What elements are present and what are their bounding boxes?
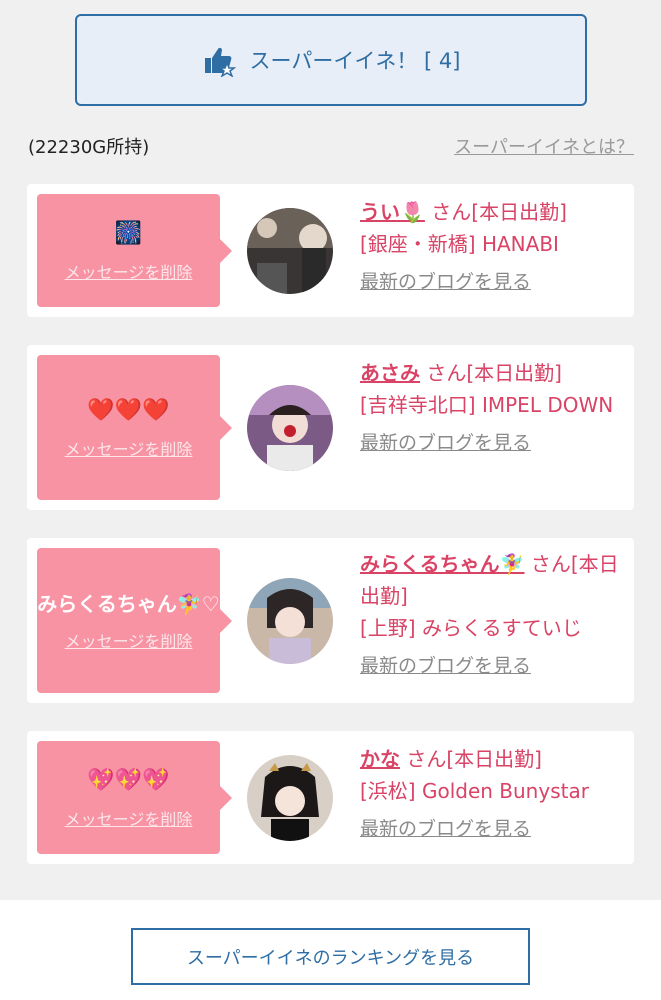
avatar[interactable] (247, 208, 333, 294)
cast-name-link[interactable]: あさみ (360, 361, 420, 385)
cast-info: みらくるちゃん🧚‍♀️ さん[本日出勤] [上野] みらくるすていじ 最新のブロ… (360, 548, 624, 682)
delete-message-link[interactable]: メッセージを削除 (65, 806, 193, 830)
blog-link[interactable]: 最新のブログを見る (360, 427, 531, 459)
super-iine-card: 🎆 メッセージを削除 うい🌷 さん[本日出勤] [銀座・新橋] HANABI 最… (27, 184, 634, 317)
cast-name-link[interactable]: みらくるちゃん🧚‍♀️ (360, 552, 525, 576)
message-bubble: ❤️❤️❤️ メッセージを削除 (37, 355, 232, 500)
message-bubble: みらくるちゃん🧚‍♀️♡ メッセージを削除 (37, 548, 232, 693)
message-bubble: 🎆 メッセージを削除 (37, 194, 232, 307)
cast-info: かな さん[本日出勤] [浜松] Golden Bunystar 最新のブログを… (360, 743, 624, 845)
cast-info: うい🌷 さん[本日出勤] [銀座・新橋] HANABI 最新のブログを見る (360, 196, 624, 298)
thumbs-up-star-icon (204, 47, 236, 77)
blog-link[interactable]: 最新のブログを見る (360, 813, 531, 845)
footer-area: スーパーイイネのランキングを見る (0, 900, 661, 1000)
super-iine-card: 💖💖💖 メッセージを削除 かな さん[本日出勤] [浜松] Golden Bun… (27, 731, 634, 864)
shop-name: [上野] みらくるすていじ (360, 616, 582, 640)
avatar[interactable] (247, 755, 333, 841)
delete-message-link[interactable]: メッセージを削除 (65, 436, 193, 460)
avatar[interactable] (247, 578, 333, 664)
owned-points: (22230G所持) (28, 137, 150, 158)
super-iine-card: みらくるちゃん🧚‍♀️♡ メッセージを削除 みらくるちゃん🧚‍♀️ さん[本日出… (27, 538, 634, 703)
shop-name: [銀座・新橋] HANABI (360, 232, 559, 256)
cast-name-link[interactable]: うい🌷 (360, 200, 425, 224)
about-super-iine-link[interactable]: スーパーイイネとは？ (454, 133, 634, 159)
message-text: みらくるちゃん🧚‍♀️♡ (37, 591, 220, 616)
message-text: 🎆 (114, 220, 143, 246)
cast-info: あさみ さん[本日出勤] [吉祥寺北口] IMPEL DOWN 最新のブログを見… (360, 357, 624, 459)
shop-name: [浜松] Golden Bunystar (360, 779, 589, 803)
blog-link[interactable]: 最新のブログを見る (360, 266, 531, 298)
cast-status: さん[本日出勤] (420, 361, 562, 385)
shop-name: [吉祥寺北口] IMPEL DOWN (360, 393, 614, 417)
blog-link[interactable]: 最新のブログを見る (360, 650, 531, 682)
delete-message-link[interactable]: メッセージを削除 (65, 628, 193, 652)
super-iine-card: ❤️❤️❤️ メッセージを削除 あさみ さん[本日出勤] [吉祥寺北口] IMP… (27, 345, 634, 510)
message-text: 💖💖💖 (87, 767, 170, 793)
cast-status: さん[本日出勤] (400, 747, 542, 771)
message-text: ❤️❤️❤️ (87, 397, 170, 423)
ranking-button[interactable]: スーパーイイネのランキングを見る (131, 928, 530, 985)
delete-message-link[interactable]: メッセージを削除 (65, 259, 193, 283)
cast-name-link[interactable]: かな (360, 747, 400, 771)
message-bubble: 💖💖💖 メッセージを削除 (37, 741, 232, 854)
avatar[interactable] (247, 385, 333, 471)
cast-status: さん[本日出勤] (424, 200, 567, 224)
super-iine-label: スーパーイイネ！ [ 4] (249, 49, 461, 73)
super-iine-button[interactable]: スーパーイイネ！ [ 4] (75, 14, 587, 106)
